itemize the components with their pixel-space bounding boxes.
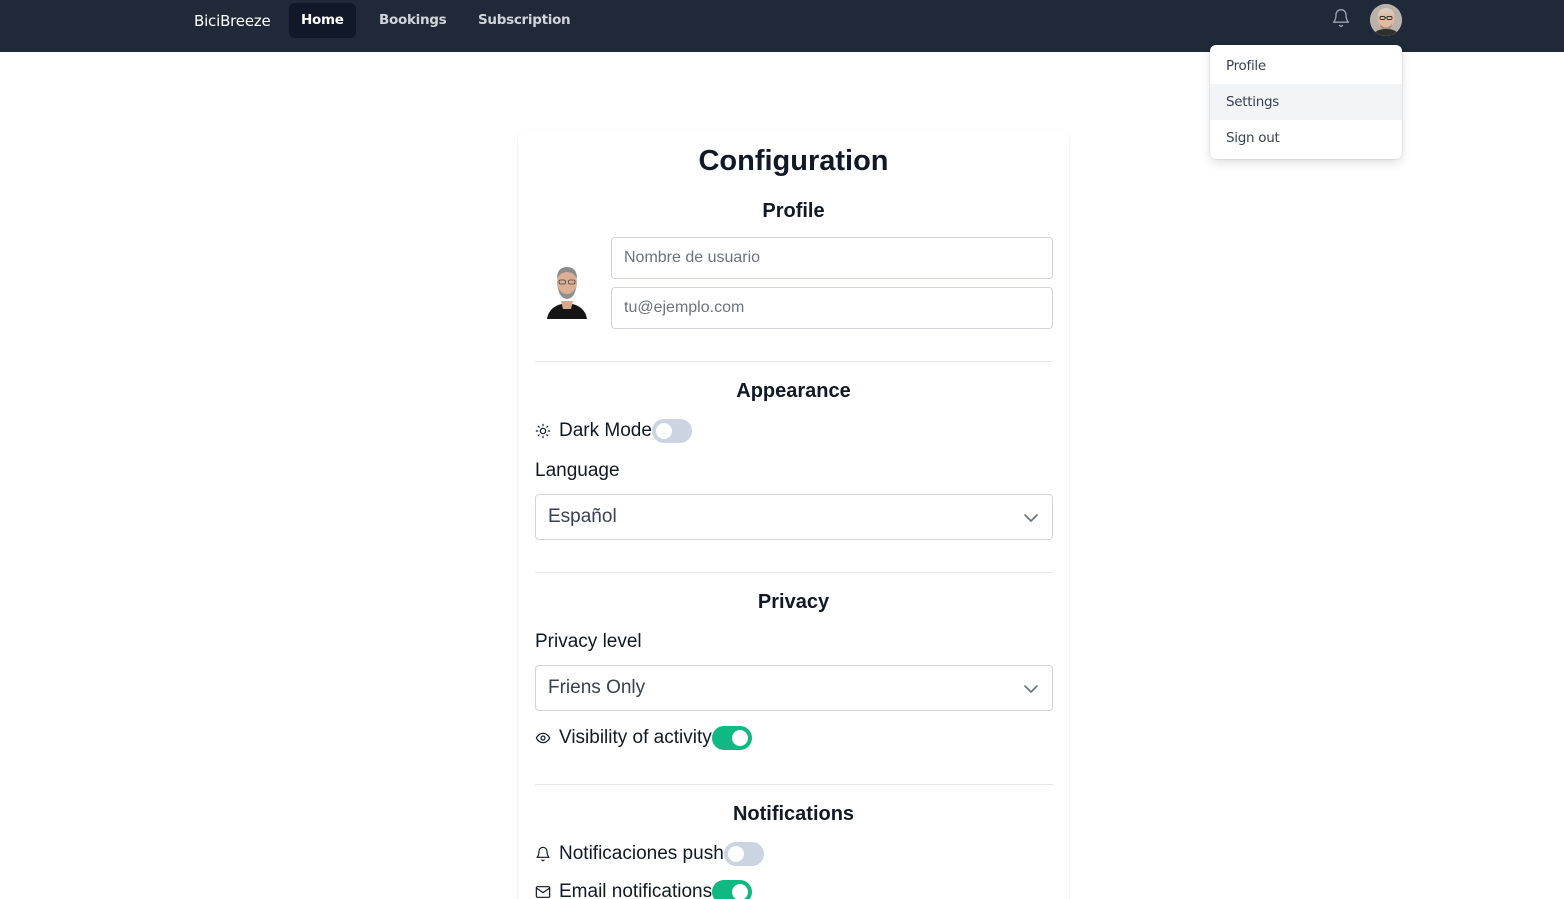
nav-link-home[interactable]: Home bbox=[289, 3, 356, 38]
bell-icon bbox=[535, 846, 551, 862]
sun-icon bbox=[535, 423, 551, 439]
push-notifications-row: Notificaciones push bbox=[535, 841, 764, 867]
language-select[interactable]: Español bbox=[535, 494, 1053, 540]
privacy-level-value: Friens Only bbox=[548, 677, 646, 698]
notification-bell-icon[interactable] bbox=[1331, 8, 1351, 28]
chevron-down-icon bbox=[1023, 681, 1039, 697]
username-input[interactable] bbox=[611, 237, 1053, 279]
menu-item-profile[interactable]: Profile bbox=[1210, 48, 1402, 84]
section-divider bbox=[535, 784, 1053, 785]
profile-photo[interactable] bbox=[543, 255, 591, 319]
email-notifications-toggle[interactable] bbox=[712, 880, 753, 899]
privacy-level-label: Privacy level bbox=[535, 631, 642, 652]
email-input[interactable] bbox=[611, 287, 1053, 329]
activity-visibility-label: Visibility of activity bbox=[559, 727, 712, 748]
dark-mode-toggle[interactable] bbox=[651, 419, 692, 443]
language-label: Language bbox=[535, 460, 620, 481]
menu-item-sign-out[interactable]: Sign out bbox=[1210, 120, 1402, 156]
section-heading-privacy: Privacy bbox=[757, 591, 830, 613]
section-heading-notifications: Notifications bbox=[732, 803, 855, 825]
activity-visibility-row: Visibility of activity bbox=[535, 725, 752, 751]
eye-icon bbox=[535, 730, 551, 746]
toggle-knob bbox=[655, 423, 672, 439]
user-dropdown-menu: Profile Settings Sign out bbox=[1210, 45, 1402, 159]
privacy-level-select[interactable]: Friens Only bbox=[535, 665, 1053, 711]
brand-logo[interactable]: BiciBreeze bbox=[194, 11, 271, 31]
activity-visibility-toggle[interactable] bbox=[711, 726, 752, 750]
push-notifications-label: Notificaciones push bbox=[559, 843, 724, 864]
chevron-down-icon bbox=[1023, 510, 1039, 526]
section-divider bbox=[535, 361, 1053, 362]
dark-mode-row: Dark Mode bbox=[535, 418, 692, 444]
section-divider bbox=[535, 572, 1053, 573]
section-heading-profile: Profile bbox=[762, 200, 825, 222]
nav-link-bookings[interactable]: Bookings bbox=[367, 3, 458, 38]
page-title: Configuration bbox=[698, 145, 889, 177]
push-notifications-toggle[interactable] bbox=[723, 842, 764, 866]
email-notifications-label: Email notifications bbox=[559, 881, 713, 899]
nav-link-subscription[interactable]: Subscription bbox=[466, 3, 582, 38]
toggle-knob bbox=[732, 884, 749, 899]
toggle-knob bbox=[731, 730, 748, 746]
mail-icon bbox=[535, 884, 551, 899]
toggle-knob bbox=[727, 846, 744, 862]
dark-mode-label: Dark Mode bbox=[559, 420, 652, 441]
user-avatar-button[interactable] bbox=[1370, 4, 1402, 36]
email-notifications-row: Email notifications bbox=[535, 879, 753, 899]
language-select-value: Español bbox=[548, 506, 617, 527]
configuration-card: Configuration Profile Appearance Dark Mo… bbox=[518, 130, 1069, 899]
menu-item-settings[interactable]: Settings bbox=[1210, 84, 1402, 120]
section-heading-appearance: Appearance bbox=[736, 380, 851, 402]
